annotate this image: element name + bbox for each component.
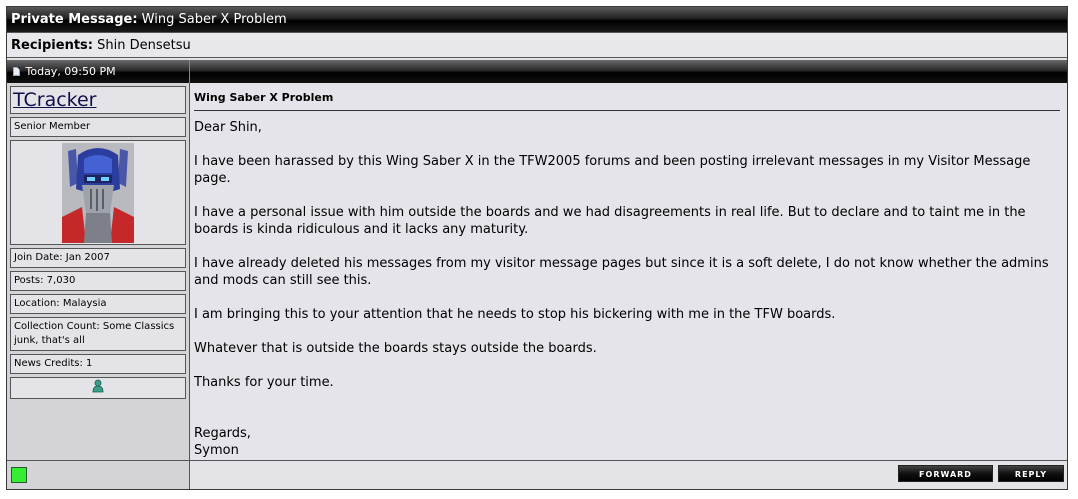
message-paragraph: I have been harassed by this Wing Saber … bbox=[194, 154, 1031, 186]
author-username-link[interactable]: TCracker bbox=[10, 86, 186, 114]
author-sidebar: TCracker Senior Member Join Date: Jan 20… bbox=[7, 83, 190, 460]
author-rank: Senior Member bbox=[10, 117, 186, 137]
author-news-credits: News Credits: 1 bbox=[10, 354, 186, 374]
pm-title-bar: Private Message: Wing Saber X Problem bbox=[7, 7, 1067, 32]
online-status-icon bbox=[11, 467, 27, 483]
author-avatar-box bbox=[10, 140, 186, 245]
pm-title-value: Wing Saber X Problem bbox=[141, 12, 287, 27]
author-location: Location: Malaysia bbox=[10, 294, 186, 314]
avatar-image bbox=[62, 142, 134, 243]
post-date-bar: Today, 09:50 PM bbox=[7, 60, 1067, 83]
forward-button[interactable]: FORWARD bbox=[898, 465, 993, 482]
optimus-prime-avatar[interactable] bbox=[62, 142, 134, 243]
message-panel: Wing Saber X Problem Dear Shin, I have b… bbox=[191, 83, 1067, 460]
author-join-date: Join Date: Jan 2007 bbox=[10, 248, 186, 268]
user-icon-graphic bbox=[92, 379, 104, 392]
message-paragraph: Dear Shin, bbox=[194, 120, 262, 135]
post-icon bbox=[13, 67, 20, 76]
author-posts: Posts: 7,030 bbox=[10, 271, 186, 291]
recipients-label: Recipients: bbox=[11, 38, 93, 53]
author-collection: Collection Count: Some Classics junk, th… bbox=[10, 317, 186, 351]
message-paragraph: Thanks for your time. bbox=[194, 375, 334, 390]
message-closing: Regards, bbox=[194, 426, 251, 441]
reply-button[interactable]: REPLY bbox=[998, 465, 1064, 482]
post-date: Today, 09:50 PM bbox=[25, 65, 116, 78]
author-profile-box bbox=[10, 377, 186, 399]
pm-title-label: Private Message: bbox=[11, 12, 138, 27]
post-date-cell: Today, 09:50 PM bbox=[7, 60, 190, 83]
message-title: Wing Saber X Problem bbox=[194, 91, 1060, 111]
private-message-frame: Private Message: Wing Saber X Problem Re… bbox=[6, 6, 1068, 490]
message-paragraph: I have a personal issue with him outside… bbox=[194, 205, 1026, 237]
message-paragraph: I am bringing this to your attention tha… bbox=[194, 307, 836, 322]
message-signature: Symon bbox=[194, 443, 239, 458]
user-icon[interactable] bbox=[92, 379, 104, 398]
message-body: Dear Shin, I have been harassed by this … bbox=[194, 111, 1063, 459]
post-footer: FORWARD REPLY bbox=[7, 460, 1067, 489]
recipients-value: Shin Densetsu bbox=[97, 38, 191, 53]
message-paragraph: Whatever that is outside the boards stay… bbox=[194, 341, 597, 356]
recipients-row: Recipients: Shin Densetsu bbox=[7, 32, 1067, 58]
message-paragraph: I have already deleted his messages from… bbox=[194, 256, 1049, 288]
footer-status-cell bbox=[7, 461, 190, 489]
